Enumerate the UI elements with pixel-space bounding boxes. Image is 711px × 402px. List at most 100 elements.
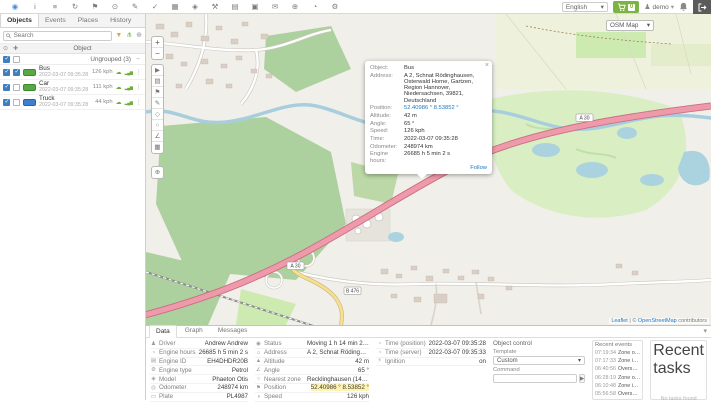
- object-row[interactable]: Truck 2022-03-07 09:35:28 44 kph ☁ ▂▄▆ ⋮: [0, 95, 145, 110]
- time-icon[interactable]: ◔: [305, 0, 325, 14]
- layers-icon[interactable]: ▤: [152, 76, 163, 87]
- field-icon: ◈: [150, 376, 157, 382]
- object-visible-checkbox[interactable]: [3, 99, 10, 106]
- zoom-out-button[interactable]: −: [152, 48, 163, 59]
- dashboard-icon[interactable]: ▦: [165, 0, 185, 14]
- field-value: 65 °: [358, 367, 369, 374]
- recent-tasks-empty: No tasks found: [653, 396, 704, 402]
- popup-close-icon[interactable]: ×: [485, 62, 489, 69]
- popup-field-value[interactable]: 52.40986 ° 8.53852 °: [404, 105, 487, 111]
- add-object-icon[interactable]: ⊕: [136, 31, 142, 41]
- data-row: ∠ Angle 65 °: [255, 366, 369, 375]
- group-visible-checkbox[interactable]: [3, 56, 10, 63]
- group-label: Ungrouped (3): [90, 56, 131, 63]
- follow-link[interactable]: Follow: [470, 165, 487, 171]
- map-layer-select[interactable]: OSM Map ▾: [606, 20, 654, 31]
- logo-icon[interactable]: ◉: [5, 0, 25, 14]
- popup-row: Altitude: 42 m: [370, 113, 487, 119]
- search-field[interactable]: [3, 31, 112, 41]
- visibility-eye-icon[interactable]: ⊙: [3, 45, 13, 52]
- calendar-icon[interactable]: ▣: [245, 0, 265, 14]
- history-icon[interactable]: ↻: [65, 0, 85, 14]
- places-icon[interactable]: ⚑: [85, 0, 105, 14]
- field-value[interactable]: 52.40986 ° 8.53852 °: [311, 384, 369, 391]
- panel-collapse-icon[interactable]: ▾: [703, 327, 707, 335]
- sidebar-tab[interactable]: History: [104, 14, 137, 27]
- object-group-row[interactable]: Ungrouped (3) −: [0, 54, 145, 65]
- popup-field-value: 248974 km: [404, 144, 487, 150]
- language-select[interactable]: English ▾: [562, 2, 608, 12]
- leaflet-link[interactable]: Leaflet: [611, 318, 628, 324]
- filter-icon[interactable]: ▼: [115, 31, 122, 41]
- object-column-header[interactable]: Object: [23, 45, 142, 52]
- object-row[interactable]: Car 2022-03-07 09:35:28 111 kph ☁ ▂▄▆ ⋮: [0, 80, 145, 95]
- cart-button[interactable]: 0: [613, 1, 639, 13]
- object-menu-icon[interactable]: ⋮: [136, 98, 143, 106]
- vehicles-icon[interactable]: ◈: [185, 0, 205, 14]
- data-row: ◉ Status Moving 1 h 14 min 25 s: [255, 340, 369, 349]
- group-collapse-icon[interactable]: −: [134, 56, 142, 63]
- field-value[interactable]: Andrew Andrew: [205, 340, 248, 347]
- osm-link[interactable]: OpenStreetMap: [638, 318, 677, 324]
- data-row: ◎ Odometer 248974 km: [150, 384, 248, 393]
- send-command-button[interactable]: ▶: [579, 374, 585, 383]
- panel-tab[interactable]: Graph: [178, 324, 210, 337]
- tools-icon[interactable]: ⚒: [205, 0, 225, 14]
- command-input[interactable]: [493, 374, 577, 383]
- recent-events-title: Recent events: [595, 342, 640, 348]
- cursor-icon[interactable]: ▶: [152, 65, 163, 76]
- user-menu[interactable]: ♟ demo ▾: [644, 3, 674, 11]
- share-icon[interactable]: ⋔: [126, 31, 132, 41]
- grid-icon[interactable]: ▦: [152, 142, 163, 153]
- locate-button[interactable]: ⊕: [152, 167, 163, 178]
- object-visible-checkbox[interactable]: [3, 69, 10, 76]
- map[interactable]: A 30 B 476 A 30 Bus (126 kph) OSM Map ▾ …: [146, 14, 711, 325]
- address-search-icon[interactable]: ⊙: [105, 0, 125, 14]
- globe-icon[interactable]: ⊕: [285, 0, 305, 14]
- recent-tasks-title: Recent tasks: [653, 342, 704, 378]
- field-value: A 2, Schnat Rödinghausen, Niedersachsen,…: [307, 349, 369, 356]
- notifications-bell-icon[interactable]: [679, 2, 688, 12]
- field-label: Engine ID: [159, 358, 186, 365]
- object-row[interactable]: Bus 2022-03-07 09:35:28 126 kph ☁ ▂▄▆ ⋮: [0, 65, 145, 80]
- sidebar-tab[interactable]: Events: [39, 14, 72, 27]
- object-select-checkbox[interactable]: [13, 69, 20, 76]
- sidebar-tab[interactable]: Places: [72, 14, 104, 27]
- draw-icon[interactable]: ✎: [125, 0, 145, 14]
- object-menu-icon[interactable]: ⋮: [136, 68, 143, 76]
- draw-route-icon[interactable]: ✎: [152, 98, 163, 109]
- toolbar-icons: ◉ i ≡ ↻ ⚑ ⊙ ✎ ✓ ▦ ◈ ⚒ ▤ ▣ ✉ ⊕ ◔: [5, 0, 345, 14]
- object-select-checkbox[interactable]: [13, 99, 20, 106]
- follow-icon[interactable]: ✚: [13, 45, 23, 52]
- settings-icon[interactable]: ⚙: [325, 0, 345, 14]
- data-column-c: ◔ Time (position) 2022-03-07 09:35:28 ◔ …: [376, 340, 486, 400]
- sidebar-tab[interactable]: Objects: [0, 14, 39, 27]
- field-label: Ignition: [385, 358, 405, 365]
- search-input[interactable]: [14, 32, 110, 39]
- reports-icon[interactable]: ▤: [225, 0, 245, 14]
- cart-count-badge: 0: [628, 4, 635, 11]
- tasks-icon[interactable]: ✓: [145, 0, 165, 14]
- panel-tab[interactable]: Data: [149, 325, 177, 338]
- object-select-checkbox[interactable]: [13, 84, 20, 91]
- messages-icon[interactable]: ✉: [265, 0, 285, 14]
- object-menu-icon[interactable]: ⋮: [136, 83, 143, 91]
- event-text: Overspeed: [618, 391, 640, 397]
- sidebar: Objects Events Places History ▼ ⋔ ⊕ ⊙: [0, 14, 146, 400]
- group-select-checkbox[interactable]: [13, 56, 20, 63]
- zone-icon[interactable]: ◇: [152, 109, 163, 120]
- panel-content: ♟ Driver Andrew Andrew ◔ Engine hours 26…: [146, 338, 711, 400]
- data-row: ♟ Driver Andrew Andrew: [150, 340, 248, 349]
- object-visible-checkbox[interactable]: [3, 84, 10, 91]
- panel-tab[interactable]: Messages: [211, 324, 255, 337]
- language-label: English: [566, 4, 587, 11]
- circle-icon[interactable]: ○: [152, 120, 163, 131]
- template-select[interactable]: Custom ▾: [493, 356, 585, 365]
- objects-list-icon[interactable]: ≡: [45, 0, 65, 14]
- zoom-in-button[interactable]: +: [152, 37, 163, 48]
- info-icon[interactable]: i: [25, 0, 45, 14]
- measure-icon[interactable]: ∠: [152, 131, 163, 142]
- logout-button[interactable]: [693, 0, 711, 14]
- popup-row: Address: A 2, Schnat Rödinghausen, Oster…: [370, 73, 487, 104]
- poi-icon[interactable]: ⚑: [152, 87, 163, 98]
